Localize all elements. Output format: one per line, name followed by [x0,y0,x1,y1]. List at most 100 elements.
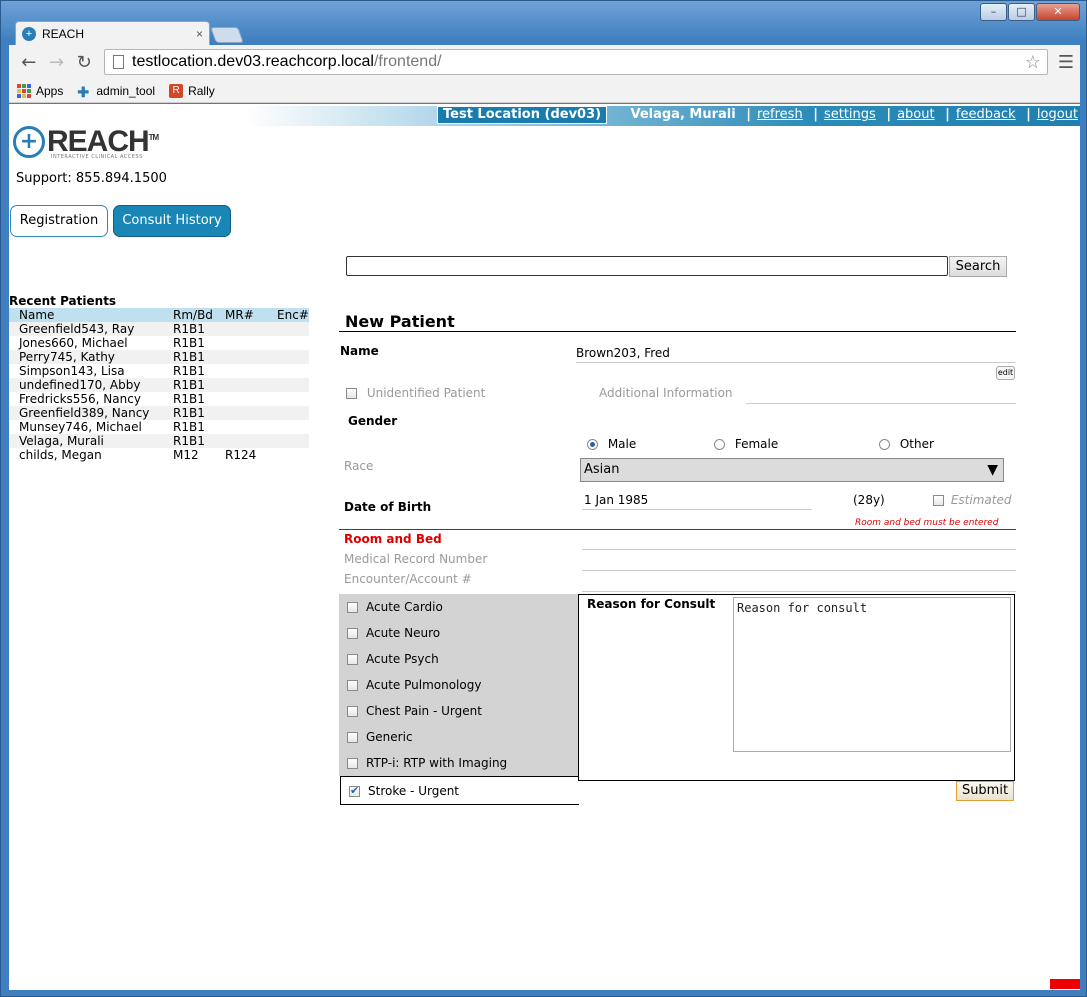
table-cell: Fredricks556, Nancy [19,392,141,406]
estimated-field[interactable]: Estimated [933,493,1011,507]
additional-info-input[interactable] [746,403,1016,404]
table-row[interactable]: Jones660, Michael R1B1 [9,336,309,350]
table-row[interactable]: childs, Megan M12 R124 [9,448,309,462]
race-select[interactable]: Asian ▼ [580,458,1004,482]
table-cell [225,322,277,336]
refresh-link[interactable]: refresh [757,107,803,122]
consult-checkbox[interactable] [347,601,358,613]
consult-checkbox[interactable] [347,679,358,691]
close-window-icon[interactable]: ✕ [1036,3,1080,21]
bookmark-star-icon[interactable]: ☆ [1025,52,1041,73]
browser-toolbar: ← → ↻ testlocation.dev03.reachcorp.local… [9,45,1080,79]
consult-type-label: Generic [366,730,413,744]
dob-label: Date of Birth [344,500,432,514]
table-cell [277,350,309,364]
unidentified-checkbox[interactable] [346,388,357,399]
table-row[interactable]: undefined170, Abby R1B1 [9,378,309,392]
tab-consult-history[interactable]: Consult History [113,205,231,237]
minimize-icon[interactable]: – [980,3,1007,21]
age-display: (28y) [853,493,885,507]
gender-other-option[interactable]: Other [879,437,934,451]
gender-female-option[interactable]: Female [714,437,778,451]
about-link[interactable]: about [897,107,935,122]
bookmark-apps[interactable]: Apps [17,83,63,98]
table-row[interactable]: Simpson143, Lisa R1B1 [9,364,309,378]
back-icon[interactable]: ← [15,52,43,73]
estimated-checkbox[interactable] [933,495,944,506]
table-cell: R1B1 [173,392,205,406]
table-row[interactable]: Perry745, Kathy R1B1 [9,350,309,364]
forward-icon[interactable]: → [43,52,71,73]
table-row[interactable]: Greenfield389, Nancy R1B1 [9,406,309,420]
encounter-input[interactable] [582,591,1016,592]
reload-icon[interactable]: ↻ [70,52,98,73]
consult-type-item[interactable]: Stroke - Urgent [349,784,459,798]
table-cell [277,420,309,434]
consult-checkbox[interactable] [347,705,358,717]
mrn-input[interactable] [582,570,1016,571]
table-cell: Munsey746, Michael [19,420,142,434]
consult-type-item[interactable]: Chest Pain - Urgent [347,704,482,718]
female-radio[interactable] [714,439,725,450]
apps-icon [17,83,31,98]
tab-close-icon[interactable]: × [196,27,203,41]
consult-type-item[interactable]: Acute Psych [347,652,439,666]
edit-name-button[interactable]: edit [996,366,1015,380]
table-row[interactable]: Velaga, Murali R1B1 [9,434,309,448]
consult-type-selected[interactable]: Stroke - Urgent [340,776,579,805]
consult-type-label: Acute Cardio [366,600,443,614]
bookmark-rally[interactable]: R Rally [169,83,215,98]
new-tab-button[interactable] [210,27,244,43]
consult-type-item[interactable]: RTP-i: RTP with Imaging [347,756,507,770]
table-cell: Velaga, Murali [19,434,104,448]
url-host: testlocation.dev03.reachcorp.local [132,53,374,70]
logout-link[interactable]: logout [1037,107,1078,122]
stroke-checkbox[interactable] [349,784,360,797]
feedback-link[interactable]: feedback [956,107,1016,122]
table-cell [225,364,277,378]
male-radio[interactable] [587,439,598,450]
table-cell: Simpson143, Lisa [19,364,125,378]
mrn-label: Medical Record Number [344,552,488,566]
room-bed-input[interactable] [582,549,1016,550]
table-cell: R1B1 [173,406,205,420]
table-row[interactable]: Munsey746, Michael R1B1 [9,420,309,434]
table-header: Name Rm/Bd MR# Enc# [9,308,309,322]
gender-male-option[interactable]: Male [587,437,636,451]
recent-patients-table: Name Rm/Bd MR# Enc# Greenfield543, Ray R1… [9,308,309,462]
divider [339,331,1016,332]
settings-link[interactable]: settings [824,107,876,122]
search-button[interactable]: Search [949,256,1007,277]
menu-icon[interactable]: ☰ [1058,52,1074,73]
consult-checkbox[interactable] [347,653,358,665]
consult-type-list: Acute Cardio Acute Neuro Acute Psych Acute … [339,594,579,776]
consult-type-item[interactable]: Generic [347,730,413,744]
status-indicator [1050,979,1080,989]
consult-checkbox[interactable] [347,731,358,743]
consult-checkbox[interactable] [347,757,358,769]
dob-input[interactable]: 1 Jan 1985 [584,493,648,507]
bookmark-admin-tool[interactable]: ✚ admin_tool [77,84,155,100]
maximize-icon[interactable]: □ [1008,3,1035,21]
unidentified-patient-field[interactable]: Unidentified Patient [346,386,485,400]
rally-icon: R [169,83,184,98]
submit-button[interactable]: Submit [956,781,1014,801]
address-bar[interactable]: testlocation.dev03.reachcorp.local/front… [104,49,1048,75]
table-cell: R1B1 [173,322,205,336]
table-cell [277,448,309,462]
tab-registration[interactable]: Registration [10,205,108,237]
consult-type-item[interactable]: Acute Neuro [347,626,440,640]
reach-logo-icon: + [13,126,45,158]
browser-tab[interactable]: + REACH × [15,21,210,45]
error-divider [339,529,1016,530]
table-row[interactable]: Greenfield543, Ray R1B1 [9,322,309,336]
reason-panel: Reason for Consult Reason for consult [578,594,1015,781]
other-radio[interactable] [879,439,890,450]
reason-textarea[interactable]: Reason for consult [733,597,1011,752]
consult-type-item[interactable]: Acute Cardio [347,600,443,614]
patient-search-input[interactable] [346,256,948,276]
consult-checkbox[interactable] [347,627,358,639]
table-row[interactable]: Fredricks556, Nancy R1B1 [9,392,309,406]
consult-type-item[interactable]: Acute Pulmonology [347,678,481,692]
table-cell: R1B1 [173,364,205,378]
